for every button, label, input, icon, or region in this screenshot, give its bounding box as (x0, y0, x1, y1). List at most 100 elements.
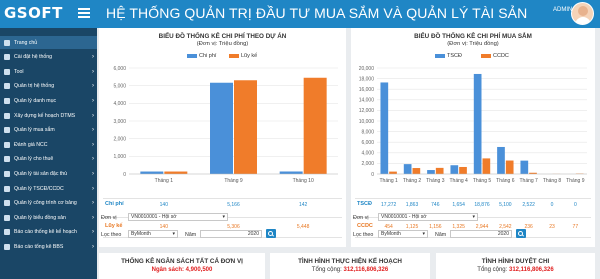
sidebar-item-label: Cài đặt hệ thống (14, 54, 53, 61)
bar-series1[interactable] (473, 73, 482, 174)
settings-icon (4, 54, 10, 61)
y-tick-label: 6,000 (113, 66, 126, 72)
divider (103, 198, 342, 199)
bar-series2[interactable] (234, 80, 257, 174)
bar-series1[interactable] (403, 164, 412, 174)
bar-series2[interactable] (412, 168, 421, 174)
sidebar-item-settings[interactable]: Cài đặt hệ thống › (0, 51, 97, 64)
sidebar-item-wrench[interactable]: Tool › (0, 65, 97, 78)
chevron-right-icon: › (92, 83, 94, 90)
search-icon[interactable] (516, 229, 526, 238)
sidebar-item-box[interactable]: Quản lý TSCĐ/CCDC › (0, 182, 97, 195)
y-tick-label: 2,000 (361, 161, 374, 167)
bar-series2[interactable] (164, 171, 188, 174)
x-tick-label: Tháng 8 (543, 178, 562, 184)
x-tick-label: Tháng 3 (426, 178, 445, 184)
y-tick-label: 4,000 (361, 151, 374, 157)
search-icon[interactable] (266, 229, 276, 238)
x-tick-label: Tháng 4 (449, 178, 468, 184)
budget-label: Ngân sách: (151, 267, 184, 273)
sidebar-item-report2[interactable]: Báo cáo tổng kê BBS › (0, 240, 97, 253)
budget-summary-card: THỐNG KÊ NGÂN SÁCH TẤT CẢ ĐƠN VỊ Ngân sá… (99, 253, 265, 279)
plan-icon (4, 112, 10, 119)
bar-series2[interactable] (435, 167, 444, 174)
plan-progress-card: TÌNH HÌNH THỰC HIỆN KẾ HOẠCH Tổng cộng: … (270, 253, 430, 279)
bar-series2[interactable] (389, 171, 397, 174)
unit-filter-select[interactable]: VN0010001 - Hội sở ▾ (378, 213, 478, 221)
unit-filter-select[interactable]: VN0010001 - Hội sở ▾ (128, 213, 228, 221)
report2-icon (4, 243, 10, 250)
sidebar-item-star[interactable]: Đánh giá NCC › (0, 138, 97, 151)
approval-title: TÌNH HÌNH DUYỆT CHI (481, 258, 550, 265)
sidebar-item-building[interactable]: Quản lý công trình cơ bảng › (0, 197, 97, 210)
y-tick-label: 12,000 (359, 108, 375, 114)
sidebar-item-label: Quản lý mua sắm (14, 127, 55, 134)
chart-title: BIỂU ĐỒ THỐNG KÊ CHI PHÍ MUA SẮM (414, 33, 532, 40)
x-tick-label: Tháng 1 (155, 178, 174, 184)
bar-series1[interactable] (140, 171, 164, 174)
plan-title: TÌNH HÌNH THỰC HIỆN KẾ HOẠCH (298, 258, 402, 265)
bar-series2[interactable] (303, 77, 327, 174)
rent-icon (4, 156, 10, 163)
bar-series1[interactable] (497, 146, 505, 174)
unit-filter-label: Đơn vị (353, 215, 369, 221)
y-tick-label: 1,000 (113, 154, 126, 160)
app-logo[interactable]: GSOFT (4, 4, 63, 22)
list-icon (4, 97, 10, 104)
sidebar-item-label: Đánh giá NCC (14, 141, 48, 148)
period-filter-select[interactable]: ByMonth ▾ (128, 230, 178, 238)
sidebar-item-admin[interactable]: Quản trị hệ thống › (0, 80, 97, 93)
chart-unit: (Đơn vị: Triệu đồng) (196, 41, 249, 47)
plan-label: Tổng cộng: (311, 267, 342, 273)
approval-total: Tổng cộng: 312,116,806,326 (436, 267, 595, 273)
y-tick-label: 4,000 (113, 101, 126, 107)
y-tick-label: 2,000 (113, 136, 126, 142)
bar-series1[interactable] (427, 170, 435, 174)
chevron-right-icon: › (92, 229, 94, 236)
table-cell: 5,448 (296, 224, 310, 230)
menu-toggle-icon[interactable] (78, 8, 90, 18)
y-tick-label: 3,000 (113, 119, 126, 125)
car-icon (4, 170, 10, 177)
bar-series1[interactable] (279, 171, 303, 174)
sidebar-item-home[interactable]: Trang chủ (0, 36, 97, 49)
bar-series2[interactable] (482, 158, 491, 174)
bar-series2[interactable] (505, 160, 514, 174)
year-input[interactable]: 2020 (200, 230, 262, 238)
home-icon (4, 39, 10, 46)
bar-series2[interactable] (459, 166, 467, 174)
user-avatar[interactable] (571, 2, 594, 25)
y-tick-label: 6,000 (361, 140, 374, 146)
sidebar-item-plan[interactable]: Xây dựng kế hoạch DTMS › (0, 109, 97, 122)
sidebar-item-chart[interactable]: Quản lý biểu đồng sản › (0, 211, 97, 224)
bar-series1[interactable] (210, 82, 233, 174)
bar-series1[interactable] (520, 160, 529, 174)
chart-icon (4, 214, 10, 221)
year-input[interactable]: 2020 (450, 230, 512, 238)
legend-item-ccdc[interactable]: CCDC (481, 53, 509, 59)
sidebar-item-car[interactable]: Quản lý tài sản đặc thù › (0, 167, 97, 180)
chevron-right-icon: › (92, 185, 94, 192)
sidebar-item-cart[interactable]: Quản lý mua sắm › (0, 124, 97, 137)
chevron-right-icon: › (92, 214, 94, 221)
sidebar-item-label: Quản lý danh mục (14, 97, 57, 104)
legend-label: Chi phí (199, 53, 217, 59)
period-filter-select[interactable]: ByMonth ▾ (378, 230, 428, 238)
sidebar-item-report[interactable]: Báo cáo thống kê kế hoạch › (0, 226, 97, 239)
top-bar: GSOFT HỆ THỐNG QUẢN TRỊ ĐẦU TƯ MUA SẮM V… (0, 0, 600, 28)
legend-label: Lũy kế (241, 53, 258, 59)
legend-item-chi-phi[interactable]: Chi phí (187, 53, 216, 59)
sidebar-item-list[interactable]: Quản lý danh mục › (0, 94, 97, 107)
budget-total: Ngân sách: 4,900,500 (99, 267, 265, 273)
y-tick-label: 10,000 (359, 119, 375, 125)
user-name[interactable]: ADMIN (553, 7, 572, 13)
bar-series1[interactable] (380, 82, 389, 174)
period-filter-label: Lọc theo (353, 232, 374, 238)
budget-title: THỐNG KÊ NGÂN SÁCH TẤT CẢ ĐƠN VỊ (121, 258, 243, 265)
period-filter-value: ByMonth (381, 231, 401, 237)
sidebar-item-label: Trang chủ (14, 39, 38, 46)
sidebar-item-rent[interactable]: Quản lý cho thuê › (0, 153, 97, 166)
legend-item-tscd[interactable]: TSCĐ (435, 53, 462, 59)
bar-series1[interactable] (450, 165, 459, 174)
legend-item-luy-ke[interactable]: Lũy kế (229, 53, 257, 59)
